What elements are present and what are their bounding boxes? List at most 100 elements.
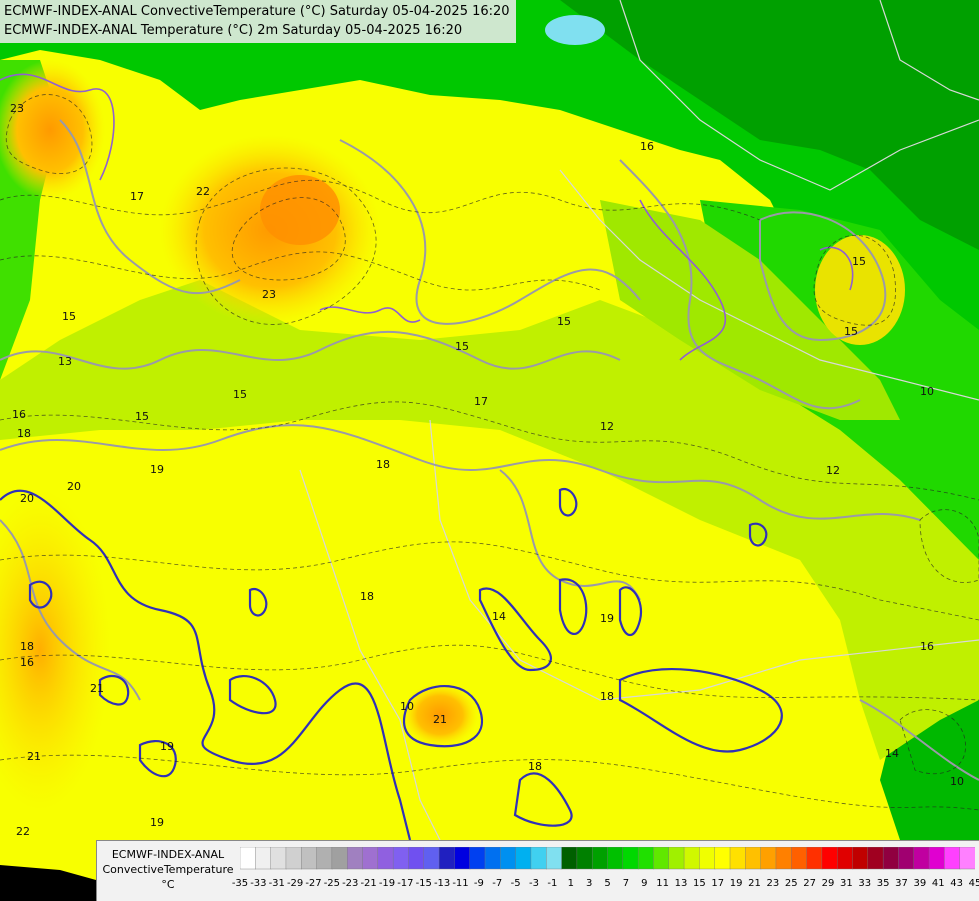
colorbar-swatch [530,847,547,870]
legend-tick-label: 1 [567,878,574,889]
contour-label: 14 [492,610,506,623]
legend-tick-label: -1 [547,878,558,889]
legend-colorbar [240,847,975,870]
colorbar-swatch [944,847,961,870]
colorbar-swatch [576,847,593,870]
legend-tick-label: 7 [622,878,630,889]
contour-label: 15 [852,255,866,268]
colorbar-swatch [469,847,486,870]
colorbar-swatch [484,847,502,870]
colorbar-swatch [791,847,808,870]
colorbar-swatch [408,847,425,870]
legend-tick-label: -9 [473,878,484,889]
colorbar-swatch [653,847,670,870]
colorbar-swatch [852,847,869,870]
colorbar-swatch [561,847,578,870]
legend-tick-label: 27 [803,878,816,889]
colorbar-swatch [867,847,884,870]
colorbar-swatch [591,847,609,870]
colorbar-swatch [377,847,394,870]
contour-label: 18 [600,690,614,703]
colorbar-swatch [806,847,823,870]
map-title-box: ECMWF-INDEX-ANAL ConvectiveTemperature (… [0,0,516,43]
colorbar-swatch [546,847,563,870]
colorbar-swatch [301,847,318,870]
contour-label: 10 [400,700,414,713]
colorbar-swatch [454,847,471,870]
contour-label: 20 [67,480,81,493]
colorbar-swatch [683,847,701,870]
contour-label: 16 [12,408,26,421]
contour-label: 20 [20,492,34,505]
legend-unit: °C [161,878,175,891]
colorbar-swatch [729,847,747,870]
map-title-convective: ECMWF-INDEX-ANAL ConvectiveTemperature (… [4,4,510,19]
contour-label: 15 [455,340,469,353]
colorbar-swatch [607,847,624,870]
colorbar-swatch [913,847,930,870]
legend-tick-label: -15 [415,878,432,889]
legend-tick-label: 29 [821,878,835,889]
contour-label: 16 [640,140,654,153]
legend-tick-label: 31 [840,878,853,889]
cold-spot-north [545,15,605,45]
legend-tick-label: 9 [641,878,648,889]
colorbar-swatch [316,847,333,870]
contour-label: 15 [62,310,76,323]
legend-parameter: ConvectiveTemperature [102,863,234,876]
contour-label: 18 [360,590,374,603]
legend-tick-label: 45 [968,878,979,889]
contour-label: 14 [885,747,899,760]
contour-label: 23 [262,288,276,301]
legend-tick-label: -19 [378,878,396,889]
legend-model: ECMWF-INDEX-ANAL [111,848,225,861]
contour-label: 21 [27,750,41,763]
legend-tick-label: -25 [323,878,341,889]
contour-label: 15 [557,315,571,328]
colorbar-swatch [821,847,838,870]
colorbar-swatch [637,847,655,870]
colorbar-swatch [622,847,639,870]
colorbar-swatch [898,847,915,870]
legend-tick-label: -23 [342,878,359,889]
contour-label: 19 [160,740,174,753]
colorbar-swatch [959,847,975,870]
legend-tick-label: 41 [931,878,945,889]
color-legend: ECMWF-INDEX-ANAL ConvectiveTemperature °… [96,840,979,901]
colorbar-swatch [836,847,854,870]
contour-label: 16 [20,656,34,669]
contour-label: 12 [826,464,840,477]
legend-tick-label: 13 [674,878,688,889]
contour-label: 18 [17,427,31,440]
legend-tick-label: -31 [268,878,285,889]
legend-tick-label: -29 [286,878,304,889]
contour-label: 10 [920,385,934,398]
contour-label: 18 [528,760,542,773]
contour-label: 16 [920,640,934,653]
legend-tick-label: 35 [876,878,890,889]
contour-label: 15 [233,388,247,401]
colorbar-swatch [745,847,762,870]
contour-label: 19 [600,612,614,625]
legend-tick-label: -13 [433,878,451,889]
legend-tick-label: 23 [766,878,780,889]
contour-label: 15 [135,410,149,423]
contour-label: 10 [950,775,964,788]
legend-tick-label: -7 [492,878,503,889]
legend-tick-label: -33 [250,878,267,889]
contour-label: 22 [196,185,210,198]
contour-label: 15 [844,325,858,338]
legend-tick-label: -17 [397,878,414,889]
colorbar-swatch [760,847,777,870]
warm-area-east [815,235,905,345]
legend-tick-label: -5 [510,878,521,889]
contour-label: 17 [130,190,144,203]
legend-tick-label: 11 [656,878,669,889]
colorbar-swatch [392,847,410,870]
legend-tick-label: -27 [305,878,322,889]
contour-label: 19 [150,463,164,476]
colorbar-swatch [423,847,440,870]
contour-label: 18 [20,640,34,653]
contour-label: 18 [376,458,390,471]
weather-map: 2322231515151718192021191819182118131210… [0,0,979,900]
